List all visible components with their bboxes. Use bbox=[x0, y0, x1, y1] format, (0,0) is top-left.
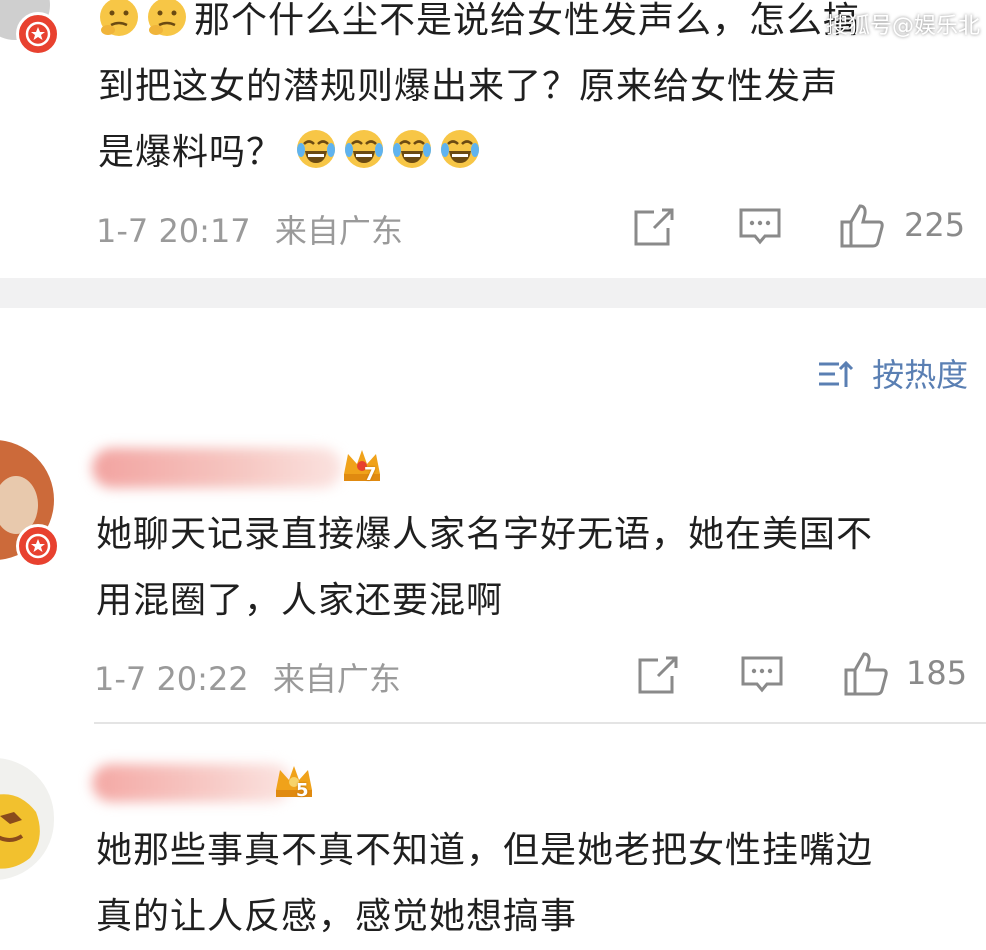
comment-icon[interactable] bbox=[738, 206, 782, 248]
comment-separator bbox=[94, 722, 986, 724]
user-level: 5 bbox=[296, 780, 309, 801]
verified-badge-icon bbox=[16, 12, 60, 56]
share-icon[interactable] bbox=[636, 654, 680, 696]
laugh-cry-emoji bbox=[393, 130, 432, 168]
comment-meta: 1-7 20:22 来自广东 bbox=[94, 654, 401, 700]
comment-text-line: 到把这女的潜规则爆出来了？原来给女性发声 bbox=[98, 66, 839, 107]
section-divider bbox=[0, 278, 986, 308]
avatar[interactable] bbox=[0, 758, 54, 880]
like-count: 225 bbox=[904, 206, 966, 244]
comment-text-line: 真的让人反感，感觉她想搞事 bbox=[96, 896, 578, 937]
comment-text: 她那些事真不真不知道，但是她老把女性挂嘴边 真的让人反感，感觉她想搞事 bbox=[96, 818, 981, 950]
like-icon[interactable] bbox=[838, 200, 888, 250]
crown-icon bbox=[276, 766, 312, 797]
comment-text-line: 那个什么尘不是说给女性发声么，怎么搞 bbox=[194, 0, 861, 41]
thinking-emoji bbox=[148, 0, 186, 36]
comment-location: 来自广东 bbox=[272, 660, 401, 698]
laugh-cry-emoji bbox=[297, 130, 336, 168]
comment-time: 1-7 20:17 bbox=[96, 212, 251, 250]
watermark: 搜狐号@娱乐北 bbox=[826, 14, 981, 39]
like-count: 185 bbox=[906, 654, 968, 692]
sort-label: 按热度 bbox=[872, 356, 969, 394]
verified-badge-icon bbox=[16, 524, 60, 568]
laugh-cry-emoji bbox=[345, 130, 384, 168]
comment-text: 她聊天记录直接爆人家名字好无语，她在美国不 用混圈了，人家还要混啊 bbox=[96, 502, 981, 634]
thinking-emoji bbox=[100, 0, 138, 36]
user-level: 7 bbox=[364, 464, 377, 485]
like-icon[interactable] bbox=[842, 648, 892, 698]
laugh-cry-emoji bbox=[441, 130, 480, 168]
username-blurred[interactable] bbox=[92, 764, 292, 802]
comment-icon[interactable] bbox=[740, 654, 784, 696]
username-blurred[interactable] bbox=[92, 448, 342, 488]
comment-text-line: 用混圈了，人家还要混啊 bbox=[96, 580, 504, 621]
sort-icon bbox=[819, 360, 854, 387]
comment-text-line: 是爆料吗？ bbox=[98, 132, 284, 173]
comment-meta: 1-7 20:17 来自广东 bbox=[96, 206, 403, 252]
sort-control[interactable]: 按热度 bbox=[816, 350, 968, 396]
comment-text-line: 她那些事真不真不知道，但是她老把女性挂嘴边 bbox=[96, 830, 874, 871]
comment-text-line: 她聊天记录直接爆人家名字好无语，她在美国不 bbox=[96, 514, 874, 555]
crown-icon bbox=[344, 450, 380, 481]
comment-time: 1-7 20:22 bbox=[94, 660, 249, 698]
comment-location: 来自广东 bbox=[274, 212, 403, 250]
share-icon[interactable] bbox=[632, 206, 676, 248]
